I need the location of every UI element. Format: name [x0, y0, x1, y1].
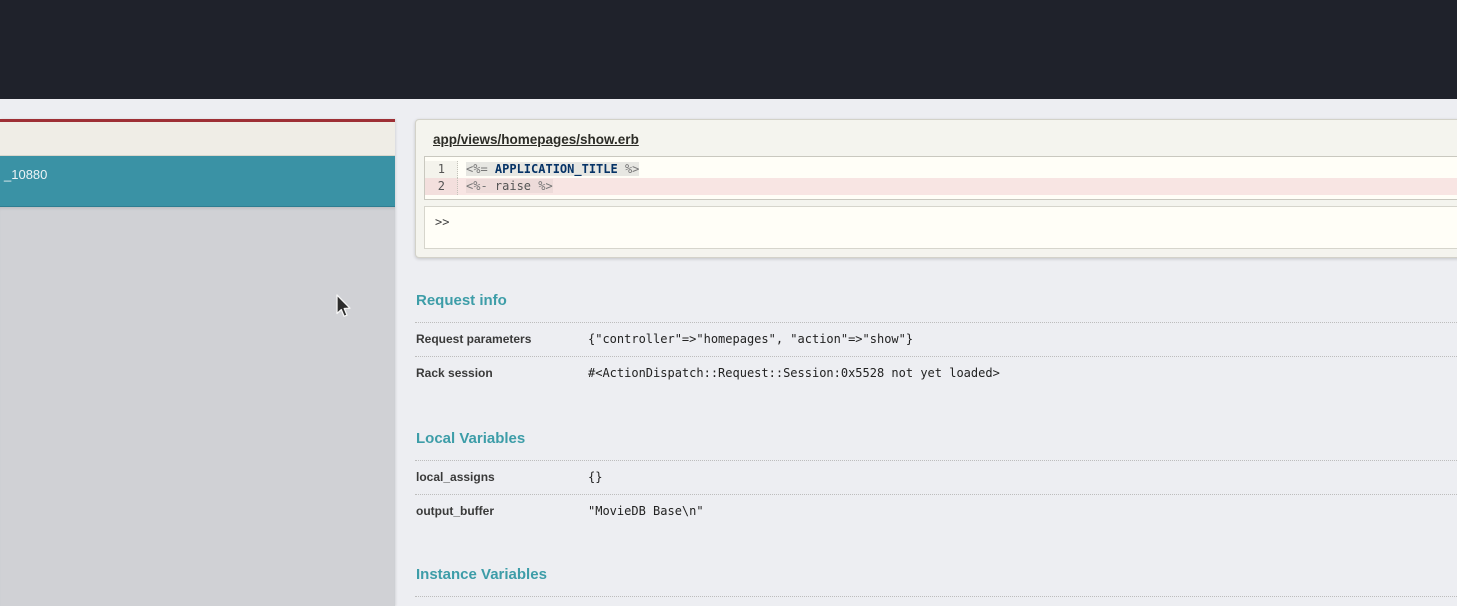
- top-navbar: [0, 0, 1457, 99]
- erb-close-tag: %>: [531, 179, 553, 193]
- code-line-1: 1 <%= APPLICATION_TITLE %>: [425, 161, 1457, 178]
- table-row: output_buffer "MovieDB Base\n": [415, 494, 1457, 528]
- row-label: Rack session: [416, 366, 588, 380]
- code-line-2-error: 2 <%- raise %>: [425, 178, 1457, 195]
- code-text-1: <%= APPLICATION_TITLE %>: [458, 161, 639, 178]
- row-value: #<ActionDispatch::Request::Session:0x552…: [588, 366, 1000, 380]
- row-label: local_assigns: [416, 470, 588, 484]
- erb-keyword-raise: raise: [495, 179, 531, 193]
- table-row: Request parameters {"controller"=>"homep…: [415, 322, 1457, 356]
- sidebar-frame-list: [0, 207, 395, 606]
- local-variables-table: local_assigns {} output_buffer "MovieDB …: [415, 460, 1457, 528]
- table-row: Rack session #<ActionDispatch::Request::…: [415, 356, 1457, 390]
- row-value: {"controller"=>"homepages", "action"=>"s…: [588, 332, 913, 346]
- console-prompt: >>: [435, 215, 449, 229]
- backtrace-sidebar: _10880: [0, 119, 395, 606]
- erb-constant: APPLICATION_TITLE: [495, 162, 618, 176]
- stack-frame-label: _10880: [4, 167, 47, 182]
- row-label: Request parameters: [416, 332, 588, 346]
- request-info-table: Request parameters {"controller"=>"homep…: [415, 322, 1457, 390]
- source-code-panel: app/views/homepages/show.erb 1 <%= APPLI…: [415, 119, 1457, 258]
- table-row: @_routes nil: [415, 596, 1457, 606]
- line-number-1: 1: [425, 161, 458, 178]
- row-value: {}: [588, 470, 602, 484]
- erb-open-tag: <%=: [466, 162, 495, 176]
- erb-open-tag: <%-: [466, 179, 495, 193]
- code-listing: 1 <%= APPLICATION_TITLE %> 2 <%- raise %…: [424, 156, 1457, 200]
- row-value: "MovieDB Base\n": [588, 504, 704, 518]
- section-heading-instance-variables: Instance Variables: [416, 566, 1457, 583]
- stack-frame-item-selected[interactable]: _10880: [0, 156, 395, 207]
- console-input[interactable]: [455, 215, 1457, 229]
- table-row: local_assigns {}: [415, 460, 1457, 494]
- section-heading-request-info: Request info: [416, 292, 1457, 309]
- repl-console[interactable]: >>: [424, 206, 1457, 249]
- source-file-path: app/views/homepages/show.erb: [416, 120, 1457, 156]
- sidebar-header: [0, 122, 395, 156]
- line-number-2: 2: [425, 178, 458, 195]
- code-text-2: <%- raise %>: [458, 178, 553, 195]
- erb-close-tag: %>: [618, 162, 640, 176]
- section-heading-local-variables: Local Variables: [416, 430, 1457, 447]
- error-detail-pane: app/views/homepages/show.erb 1 <%= APPLI…: [415, 119, 1457, 606]
- instance-variables-table: @_routes nil: [415, 596, 1457, 606]
- row-label: output_buffer: [416, 504, 588, 518]
